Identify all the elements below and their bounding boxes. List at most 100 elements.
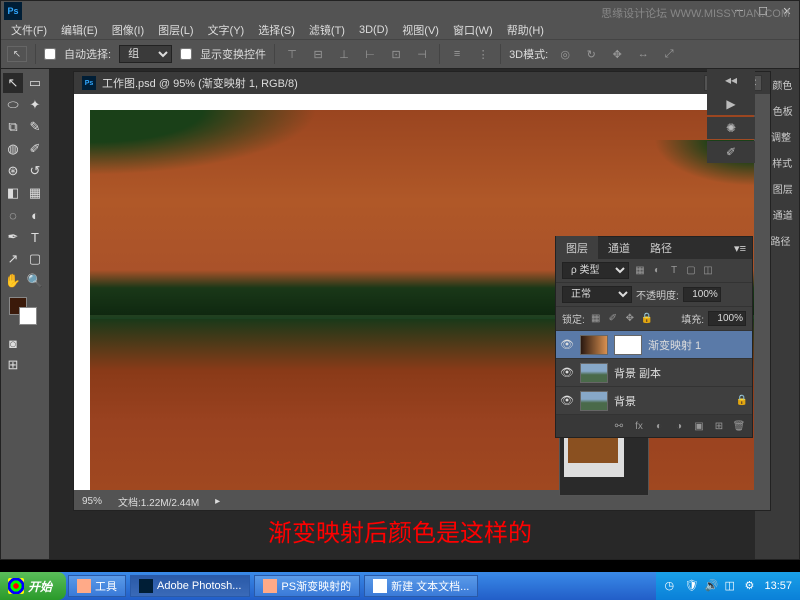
taskbar-item[interactable]: 新建 文本文档... bbox=[364, 575, 478, 597]
status-arrow-icon[interactable]: ▸ bbox=[215, 496, 220, 507]
hand-tool[interactable]: ✋ bbox=[3, 271, 23, 291]
quickmask-tool[interactable]: ◙ bbox=[3, 333, 23, 353]
trash-icon[interactable]: 🗑 bbox=[732, 419, 746, 433]
layer-item[interactable]: 👁 渐变映射 1 bbox=[556, 331, 752, 359]
filter-adjust-icon[interactable]: ◐ bbox=[650, 264, 664, 278]
taskbar-item[interactable]: 工具 bbox=[68, 575, 126, 597]
filter-smart-icon[interactable]: ◫ bbox=[701, 264, 715, 278]
mask-icon[interactable]: ◐ bbox=[652, 419, 666, 433]
mask-thumb[interactable] bbox=[614, 335, 642, 355]
stamp-tool[interactable]: ⊛ bbox=[3, 161, 23, 181]
3d-orbit-icon[interactable]: ◎ bbox=[556, 45, 574, 63]
taskbar-item[interactable]: PS渐变映射的 bbox=[254, 575, 360, 597]
kind-filter-dropdown[interactable]: ρ 类型 bbox=[562, 262, 629, 279]
auto-select-checkbox[interactable] bbox=[44, 48, 56, 60]
pen-tool[interactable]: ✒ bbox=[3, 227, 23, 247]
marquee-tool[interactable]: ▭ bbox=[25, 73, 45, 93]
healing-tool[interactable]: ◍ bbox=[3, 139, 23, 159]
move-tool[interactable]: ↖ bbox=[3, 73, 23, 93]
zoom-level[interactable]: 95% bbox=[82, 496, 102, 507]
align-center-icon[interactable]: ⊡ bbox=[387, 45, 405, 63]
visibility-icon[interactable]: 👁 bbox=[560, 338, 574, 352]
document-tab[interactable]: Ps 工作图.psd @ 95% (渐变映射 1, RGB/8) ─ ☐ ✕ bbox=[74, 72, 770, 94]
opacity-input[interactable] bbox=[683, 287, 721, 302]
distribute-icon[interactable]: ⋮ bbox=[474, 45, 492, 63]
move-tool-icon[interactable]: ↖ bbox=[7, 46, 27, 62]
path-tool[interactable]: ↗ bbox=[3, 249, 23, 269]
menu-edit[interactable]: 编辑(E) bbox=[55, 20, 104, 40]
tab-paths[interactable]: 路径 bbox=[640, 236, 682, 260]
zoom-tool[interactable]: 🔍 bbox=[25, 271, 45, 291]
tab-layers[interactable]: 图层 bbox=[556, 236, 598, 260]
clock[interactable]: 13:57 bbox=[764, 580, 792, 592]
3d-pan-icon[interactable]: ✥ bbox=[608, 45, 626, 63]
3d-roll-icon[interactable]: ↻ bbox=[582, 45, 600, 63]
blend-mode-dropdown[interactable]: 正常 bbox=[562, 286, 632, 303]
layer-item[interactable]: 👁 背景 🔒 bbox=[556, 387, 752, 415]
start-button[interactable]: 开始 bbox=[0, 572, 66, 600]
menu-type[interactable]: 文字(Y) bbox=[202, 20, 251, 40]
shape-tool[interactable]: ▢ bbox=[25, 249, 45, 269]
collapse-icon[interactable]: ◂◂ bbox=[707, 69, 755, 91]
lock-transparent-icon[interactable]: ▦ bbox=[589, 312, 603, 326]
taskbar-item[interactable]: Adobe Photosh... bbox=[130, 575, 250, 597]
align-left-icon[interactable]: ⊢ bbox=[361, 45, 379, 63]
3d-scale-icon[interactable]: ⤢ bbox=[660, 45, 678, 63]
align-bottom-icon[interactable]: ⊥ bbox=[335, 45, 353, 63]
background-color[interactable] bbox=[19, 307, 37, 325]
tab-channels[interactable]: 通道 bbox=[598, 236, 640, 260]
tray-icon[interactable]: ◫ bbox=[724, 579, 738, 593]
group-icon[interactable]: ▣ bbox=[692, 419, 706, 433]
fx-icon[interactable]: fx bbox=[632, 419, 646, 433]
visibility-icon[interactable]: 👁 bbox=[560, 366, 574, 380]
adjustment-thumb[interactable] bbox=[580, 335, 608, 355]
show-transform-checkbox[interactable] bbox=[180, 48, 192, 60]
distribute-icon[interactable]: ≡ bbox=[448, 45, 466, 63]
blur-tool[interactable]: ◌ bbox=[3, 205, 23, 225]
3d-slide-icon[interactable]: ↔ bbox=[634, 45, 652, 63]
layer-thumb[interactable] bbox=[580, 391, 608, 411]
lasso-tool[interactable]: ⬭ bbox=[3, 95, 23, 115]
layer-thumb[interactable] bbox=[580, 363, 608, 383]
fill-input[interactable] bbox=[708, 311, 746, 326]
type-tool[interactable]: T bbox=[25, 227, 45, 247]
filter-shape-icon[interactable]: ▢ bbox=[684, 264, 698, 278]
eyedropper-tool[interactable]: ✎ bbox=[25, 117, 45, 137]
align-right-icon[interactable]: ⊣ bbox=[413, 45, 431, 63]
filter-type-icon[interactable]: T bbox=[667, 264, 681, 278]
menu-help[interactable]: 帮助(H) bbox=[501, 20, 550, 40]
panel-menu-icon[interactable]: ▾≡ bbox=[728, 242, 752, 255]
lock-all-icon[interactable]: 🔒 bbox=[640, 312, 654, 326]
tray-icon[interactable]: ⚙ bbox=[744, 579, 758, 593]
brush-tool[interactable]: ✐ bbox=[25, 139, 45, 159]
menu-file[interactable]: 文件(F) bbox=[5, 20, 53, 40]
menu-layer[interactable]: 图层(L) bbox=[152, 20, 199, 40]
menu-3d[interactable]: 3D(D) bbox=[353, 22, 394, 38]
dodge-tool[interactable]: ◐ bbox=[25, 205, 45, 225]
tray-icon[interactable]: ◷ bbox=[664, 579, 678, 593]
adjustment-icon[interactable]: ◑ bbox=[672, 419, 686, 433]
new-layer-icon[interactable]: ⊞ bbox=[712, 419, 726, 433]
menu-image[interactable]: 图像(I) bbox=[106, 20, 150, 40]
menu-view[interactable]: 视图(V) bbox=[396, 20, 445, 40]
auto-select-dropdown[interactable]: 组 bbox=[119, 45, 172, 63]
filter-pixel-icon[interactable]: ▦ bbox=[633, 264, 647, 278]
lock-position-icon[interactable]: ✥ bbox=[623, 312, 637, 326]
menu-select[interactable]: 选择(S) bbox=[252, 20, 301, 40]
crop-tool[interactable]: ⧉ bbox=[3, 117, 23, 137]
link-icon[interactable]: ⚯ bbox=[612, 419, 626, 433]
brush-icon[interactable]: ✐ bbox=[707, 141, 755, 163]
align-middle-icon[interactable]: ⊟ bbox=[309, 45, 327, 63]
lock-pixels-icon[interactable]: ✐ bbox=[606, 312, 620, 326]
play-icon[interactable]: ▶ bbox=[707, 93, 755, 115]
layer-item[interactable]: 👁 背景 副本 bbox=[556, 359, 752, 387]
gear-icon[interactable]: ✺ bbox=[707, 117, 755, 139]
gradient-tool[interactable]: ▦ bbox=[25, 183, 45, 203]
align-top-icon[interactable]: ⊤ bbox=[283, 45, 301, 63]
visibility-icon[interactable]: 👁 bbox=[560, 394, 574, 408]
menu-filter[interactable]: 滤镜(T) bbox=[303, 20, 351, 40]
eraser-tool[interactable]: ◧ bbox=[3, 183, 23, 203]
tray-icon[interactable]: 🔊 bbox=[704, 579, 718, 593]
history-brush-tool[interactable]: ↺ bbox=[25, 161, 45, 181]
menu-window[interactable]: 窗口(W) bbox=[447, 20, 499, 40]
